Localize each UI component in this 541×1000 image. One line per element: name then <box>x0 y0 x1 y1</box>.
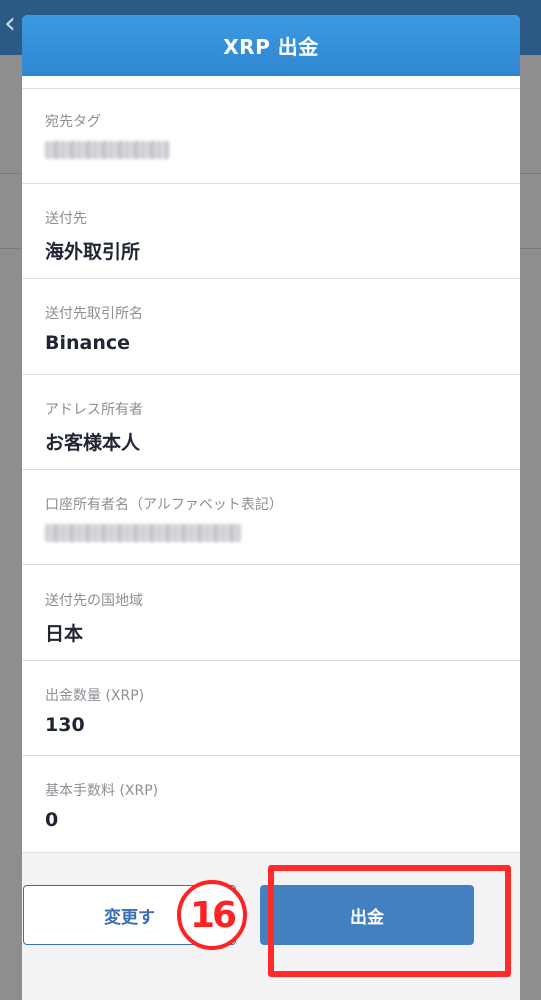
row-value: お客様本人 <box>45 432 141 454</box>
row-value: 日本 <box>45 623 84 645</box>
row-exchange-name: 送付先取引所名 Binance <box>22 279 520 375</box>
row-label: 基本手数料 (XRP) <box>45 783 159 799</box>
row-withdraw-amount: 出金数量 (XRP) 130 <box>22 661 520 756</box>
row-label: 送付先 <box>45 211 87 227</box>
back-chevron-icon: ‹ <box>4 6 16 41</box>
row-address-owner: アドレス所有者 お客様本人 <box>22 375 520 470</box>
redacted-value <box>45 524 241 542</box>
row-label: 送付先の国地域 <box>45 593 143 609</box>
row-base-fee: 基本手数料 (XRP) 0 <box>22 756 520 852</box>
row-label: 出金数量 (XRP) <box>45 688 145 704</box>
row-value: 0 <box>45 809 59 831</box>
row-label: アドレス所有者 <box>45 402 143 418</box>
step-number-badge: 16 <box>177 880 247 950</box>
row-value: Binance <box>45 332 131 354</box>
row-destination: 送付先 海外取引所 <box>22 184 520 279</box>
row-country: 送付先の国地域 日本 <box>22 565 520 661</box>
row-value: 海外取引所 <box>45 241 141 263</box>
row-destination-tag: 宛先タグ <box>22 88 520 184</box>
modal-title: XRP 出金 <box>223 35 319 59</box>
redacted-value <box>45 141 169 159</box>
row-label: 口座所有者名（アルファベット表記） <box>45 497 283 513</box>
row-label: 宛先タグ <box>45 114 101 130</box>
modal-header: XRP 出金 <box>22 15 520 76</box>
withdraw-confirm-modal: XRP 出金 宛先タグ 送付先 海外取引所 送付先取引所名 Binance アド… <box>22 15 520 1000</box>
row-account-owner-name: 口座所有者名（アルファベット表記） <box>22 470 520 565</box>
highlight-annotation-box <box>268 865 511 977</box>
row-value: 130 <box>45 714 85 736</box>
row-label: 送付先取引所名 <box>45 306 143 322</box>
